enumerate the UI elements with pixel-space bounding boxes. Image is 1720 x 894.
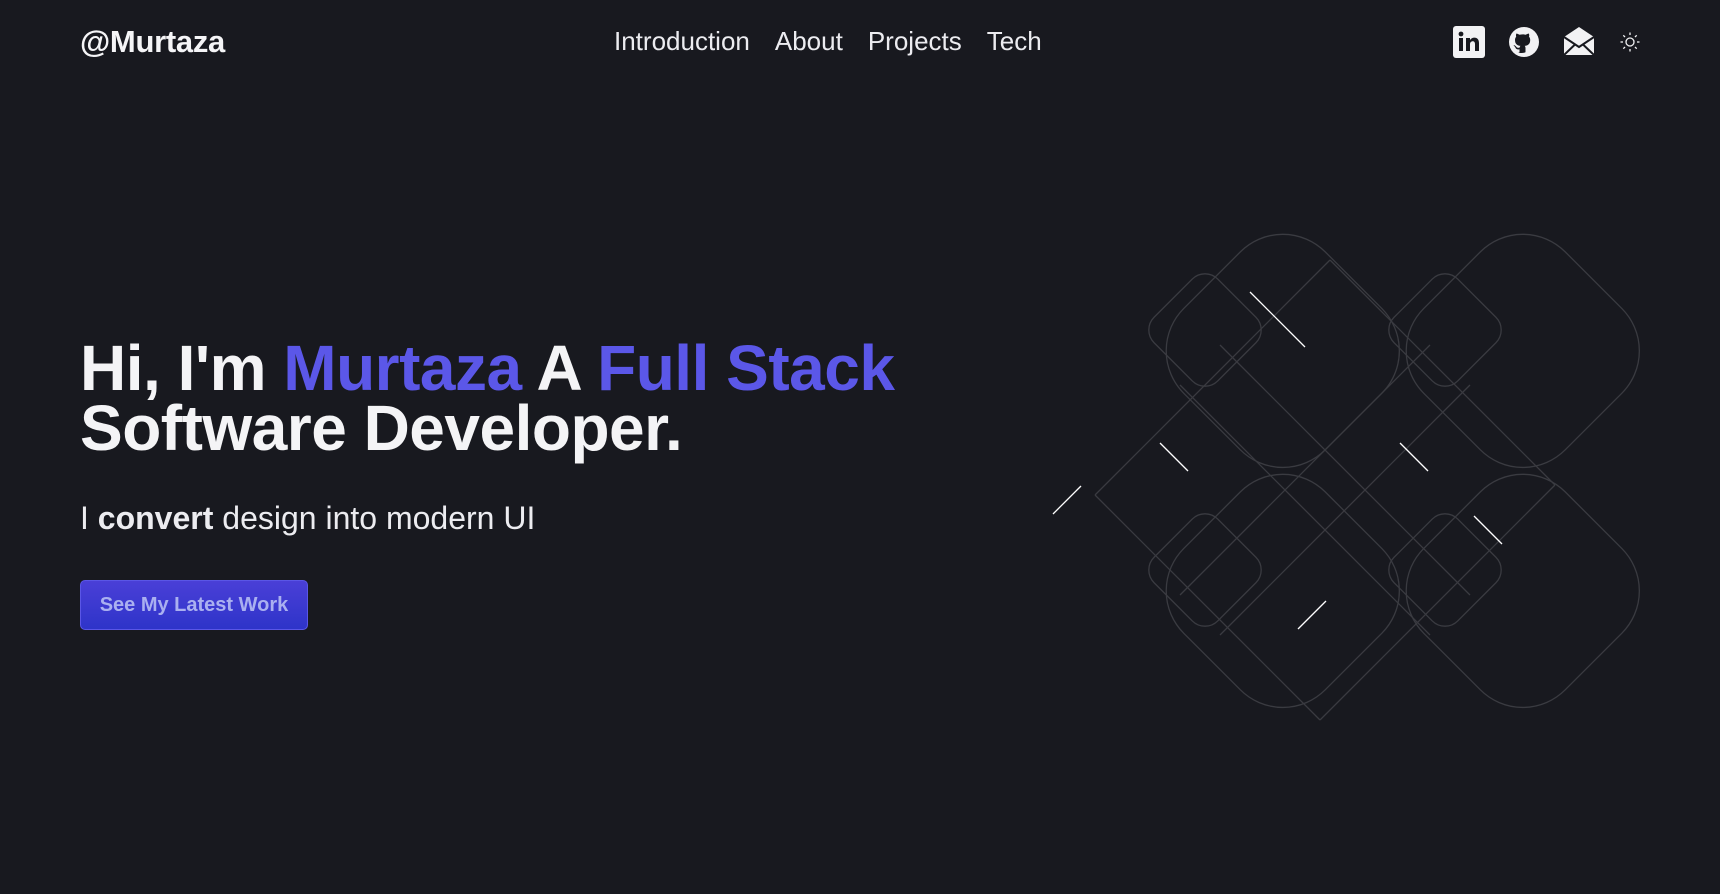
email-icon[interactable] — [1562, 25, 1596, 59]
see-latest-work-button[interactable]: See My Latest Work — [80, 580, 308, 630]
portfolio-page: @Murtaza Introduction About Projects Tec… — [0, 0, 1720, 894]
main-nav: Introduction About Projects Tech — [614, 26, 1042, 57]
sun-icon[interactable] — [1617, 29, 1643, 55]
subtitle-prefix: I — [80, 500, 98, 536]
social-links — [1452, 25, 1643, 59]
subtitle-bold: convert — [97, 500, 214, 536]
linkedin-icon[interactable] — [1452, 25, 1486, 59]
nav-link-introduction[interactable]: Introduction — [614, 26, 750, 57]
nav-link-about[interactable]: About — [775, 26, 843, 57]
hero-subtitle: I convert design into modern UI — [80, 500, 535, 537]
nav-link-tech[interactable]: Tech — [987, 26, 1042, 57]
hero-headline: Hi, I'm Murtaza A Full Stack Software Dev… — [80, 336, 895, 460]
site-header: @Murtaza Introduction About Projects Tec… — [0, 0, 1720, 88]
headline-role-rest: Software Developer. — [80, 392, 683, 464]
site-logo[interactable]: @Murtaza — [80, 24, 225, 60]
nav-link-projects[interactable]: Projects — [868, 26, 962, 57]
decorative-knot-graphic — [1052, 233, 1641, 721]
subtitle-rest: design into modern UI — [213, 500, 536, 536]
github-icon[interactable] — [1507, 25, 1541, 59]
